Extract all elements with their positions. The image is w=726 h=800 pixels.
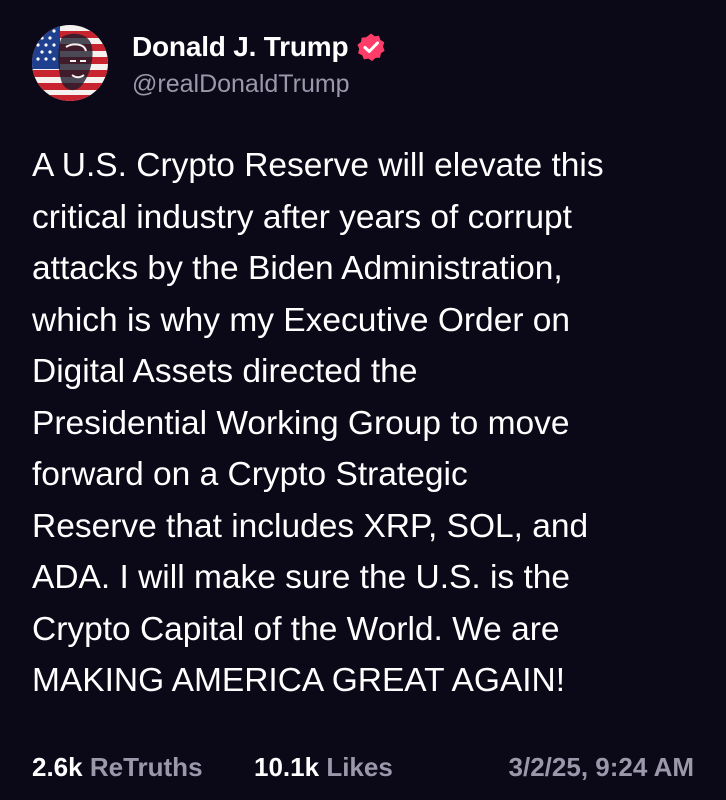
retruths-stat[interactable]: 2.6k ReTruths (32, 752, 203, 783)
post-text-line: MAKING AMERICA GREAT AGAIN! (32, 662, 566, 699)
post-text-line: critical industry after years of corrupt (32, 198, 572, 236)
author-row: Donald J. Trump (132, 29, 386, 65)
post-text-line: which is why my Executive Order on (32, 301, 571, 339)
truth-post: Donald J. Trump @realDonaldTrump A U.S. … (0, 0, 726, 800)
display-name[interactable]: Donald J. Trump (132, 31, 349, 63)
post-text-line: Presidential Working Group to move (32, 404, 570, 442)
post-text-line: forward on a Crypto Strategic (32, 456, 468, 493)
post-body: A U.S. Crypto Reserve will elevate this … (32, 140, 702, 707)
verified-badge-icon (356, 32, 386, 62)
avatar[interactable] (32, 25, 108, 101)
likes-stat[interactable]: 10.1k Likes (254, 752, 393, 783)
post-text-line: Reserve that includes XRP, SOL, and (32, 507, 589, 545)
post-text-line: attacks by the Biden Administration, (32, 250, 563, 287)
post-text-line: Crypto Capital of the World. We are (32, 610, 560, 648)
author-handle[interactable]: @realDonaldTrump (132, 70, 350, 99)
post-timestamp[interactable]: 3/2/25, 9:24 AM (509, 752, 694, 783)
retruths-count: 2.6k (32, 752, 83, 782)
post-text-line: Digital Assets directed the (32, 353, 418, 390)
post-text-line: ADA. I will make sure the U.S. is the (32, 559, 571, 596)
avatar-flag-portrait-icon (32, 25, 108, 101)
likes-label: Likes (326, 752, 393, 782)
post-footer: 2.6k ReTruths 10.1k Likes 3/2/25, 9:24 A… (32, 752, 694, 788)
post-text-line: A U.S. Crypto Reserve will elevate this (32, 147, 604, 184)
retruths-label: ReTruths (89, 752, 203, 782)
likes-count: 10.1k (254, 752, 320, 782)
